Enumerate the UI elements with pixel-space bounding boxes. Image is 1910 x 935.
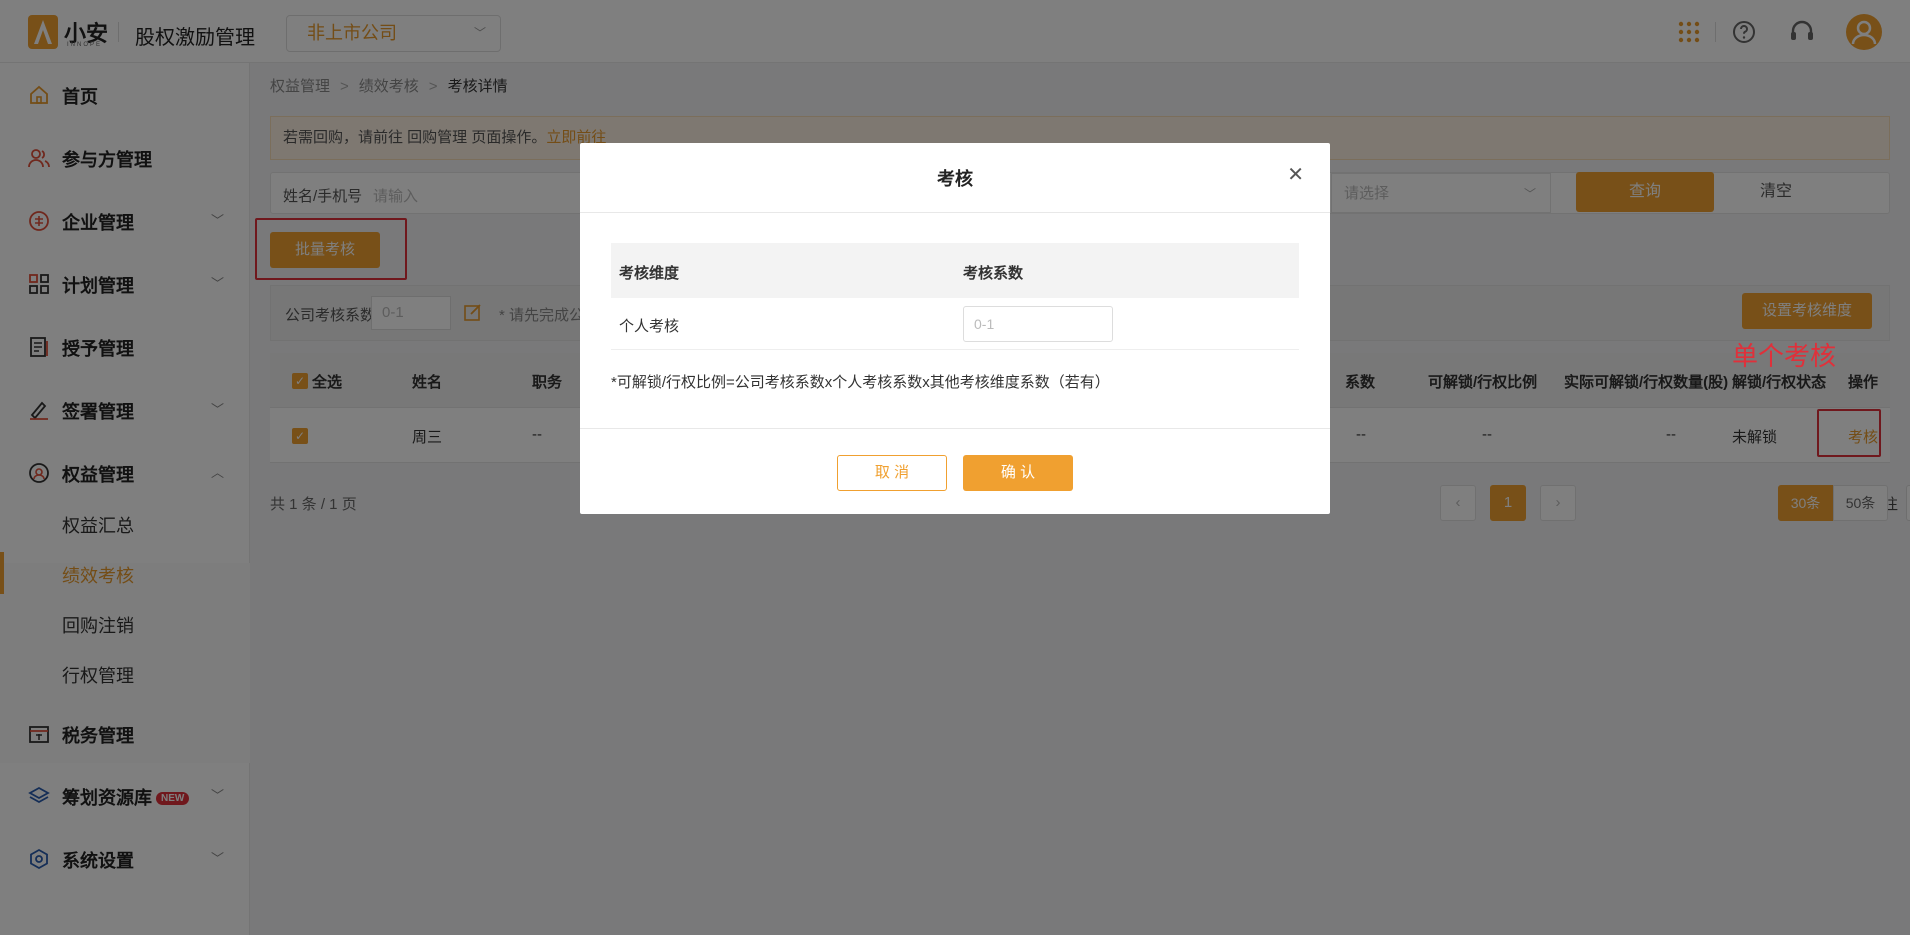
modal-col-dimension: 考核维度 (619, 265, 680, 282)
modal-footer-divider (580, 428, 1330, 429)
modal-col-coefficient: 考核系数 (963, 265, 1024, 282)
close-icon[interactable]: ✕ (1287, 165, 1304, 185)
modal-header-divider (580, 212, 1330, 213)
modal-table-row: 个人考核 0-1 (611, 298, 1299, 350)
assess-modal: 考核 ✕ 考核维度 考核系数 个人考核 0-1 *可解锁/行权比例=公司考核系数… (580, 143, 1330, 514)
personal-coefficient-input[interactable]: 0-1 (963, 306, 1113, 342)
modal-cell-dimension: 个人考核 (619, 318, 680, 335)
modal-formula-note: *可解锁/行权比例=公司考核系数x个人考核系数x其他考核维度系数（若有） (611, 374, 1110, 391)
modal-title: 考核 (937, 169, 973, 189)
modal-table-header: 考核维度 考核系数 (611, 243, 1299, 298)
confirm-button[interactable]: 确 认 (963, 455, 1073, 491)
annotation-single-assess: 单个考核 (1732, 342, 1837, 372)
cancel-button[interactable]: 取 消 (837, 455, 947, 491)
